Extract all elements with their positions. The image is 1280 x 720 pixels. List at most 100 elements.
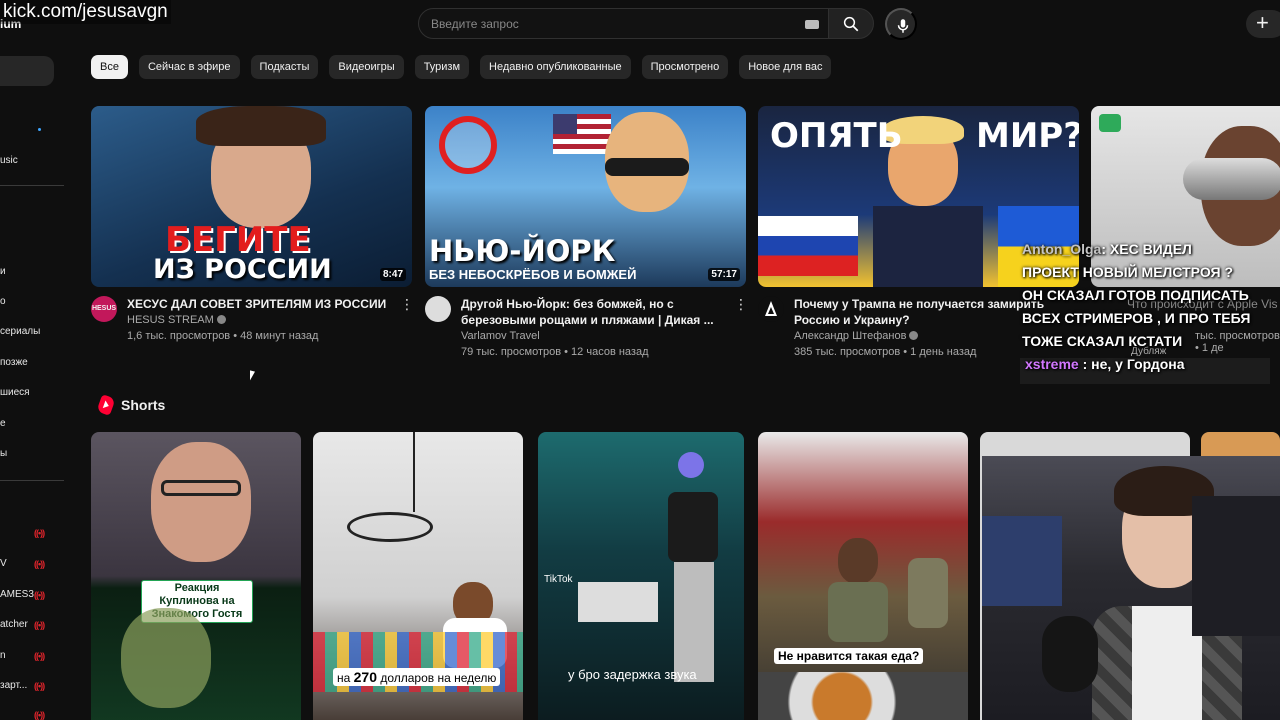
caption-post: долларов на неделю xyxy=(377,671,497,685)
thumb-suit xyxy=(873,206,983,287)
sidebar-item-downloads[interactable]: ы xyxy=(0,448,7,459)
search-input[interactable] xyxy=(431,9,791,38)
chip-all[interactable]: Все xyxy=(91,55,128,79)
channel-name[interactable]: HESUS STREAM xyxy=(127,314,214,326)
channel-name-row: HESUS STREAM xyxy=(127,314,226,326)
sidebar-item-watch-later[interactable]: позже xyxy=(0,357,28,368)
sidebar-item-liked[interactable]: шиеся xyxy=(0,387,30,398)
search-button[interactable] xyxy=(828,8,874,39)
duration-badge: 8:47 xyxy=(379,268,406,281)
avatar[interactable] xyxy=(425,296,451,322)
chip-new-for-you[interactable]: Новое для вас xyxy=(739,55,832,79)
subscription-item[interactable]: AMES3 xyxy=(0,589,34,600)
chip-podcasts[interactable]: Подкасты xyxy=(250,55,319,79)
subscription-item[interactable]: зарт... xyxy=(0,680,27,691)
short-person-shirt xyxy=(668,492,718,562)
short-caption: Не нравится такая еда? xyxy=(774,648,924,664)
thumb-sunglasses xyxy=(605,158,689,176)
youtube-home: kick.com/jesusavgn ium usic и о сериалы … xyxy=(0,0,1280,720)
sidebar-item-your-videos[interactable]: е xyxy=(0,418,6,429)
live-icon: ((•)) xyxy=(34,528,45,538)
mouse-cursor-icon xyxy=(250,370,255,382)
chip-tourism[interactable]: Туризм xyxy=(414,55,470,79)
subscription-item[interactable]: n xyxy=(0,650,6,661)
duration-badge: 57:17 xyxy=(708,268,740,281)
thumb-text: ОПЯТЬ xyxy=(770,116,903,156)
thumb-text: ИЗ РОССИИ xyxy=(153,254,332,285)
sidebar-item-music[interactable]: usic xyxy=(0,155,18,166)
short-face xyxy=(151,442,251,562)
voice-search-button[interactable] xyxy=(885,8,917,40)
chip-videogames[interactable]: Видеоигры xyxy=(329,55,404,79)
short-face-2 xyxy=(121,608,211,708)
chip-watched[interactable]: Просмотрено xyxy=(641,55,729,79)
create-button[interactable]: + xyxy=(1246,10,1280,38)
chat-text: : не, у Гордона xyxy=(1078,356,1185,372)
chat-username: xstreme xyxy=(1025,356,1079,372)
microphone-icon xyxy=(1042,616,1098,692)
chat-message: ТОЖЕ СКАЗАЛ КСТАТИ xyxy=(1022,333,1183,349)
video-stats: 79 тыс. просмотров • 12 часов назад xyxy=(461,346,649,358)
chip-live[interactable]: Сейчас в эфире xyxy=(138,55,240,79)
filter-chips: Все Сейчас в эфире Подкасты Видеоигры Ту… xyxy=(91,55,832,79)
live-icon: ((•)) xyxy=(34,651,45,661)
more-icon[interactable]: ⋮ xyxy=(400,296,414,312)
thumb-headset xyxy=(1183,158,1280,200)
short-card[interactable]: Не нравится такая еда? xyxy=(758,432,968,720)
avatar[interactable]: HESUS xyxy=(91,296,117,322)
channel-logo-icon xyxy=(765,301,777,316)
short-food-tray xyxy=(758,672,968,720)
video-card[interactable]: БЕГИТЕ ИЗ РОССИИ 8:47 HESUS ХЕСУС ДАЛ СО… xyxy=(91,106,414,366)
sidebar-item-series[interactable]: сериалы xyxy=(0,326,40,337)
live-icon: ((•)) xyxy=(34,710,45,720)
video-title[interactable]: Другой Нью-Йорк: без бомжей, но с березо… xyxy=(461,296,731,328)
video-stats: 385 тыс. просмотров • 1 день назад xyxy=(794,346,977,358)
short-uniform xyxy=(828,582,888,642)
short-person-hair xyxy=(678,452,704,478)
keyboard-icon[interactable] xyxy=(805,20,819,29)
subscription-item[interactable]: V xyxy=(0,558,7,569)
thumb-text: НЬЮ-ЙОРК xyxy=(429,234,616,268)
avatar[interactable] xyxy=(758,296,784,322)
thumb-flag-left xyxy=(758,216,858,276)
live-icon: ((•)) xyxy=(34,681,45,691)
caption-pre: на xyxy=(337,671,354,685)
sidebar: usic и о сериалы позже шиеся е ы ((•)) V… xyxy=(0,40,66,720)
no-skyscraper-icon xyxy=(439,116,497,174)
search-box xyxy=(418,8,831,39)
chip-recent[interactable]: Недавно опубликованные xyxy=(480,55,631,79)
chat-message: ВСЕХ СТРИМЕРОВ , И ПРО ТЕБЯ xyxy=(1022,310,1251,326)
chat-message: xstreme : не, у Гордона xyxy=(1022,353,1280,376)
short-card[interactable]: на 270 долларов на неделю xyxy=(313,432,523,720)
video-title[interactable]: ХЕСУС ДАЛ СОВЕТ ЗРИТЕЛЯМ ИЗ РОССИИ xyxy=(127,296,397,312)
more-icon[interactable]: ⋮ xyxy=(734,296,748,312)
webcam-flag xyxy=(982,516,1062,606)
channel-name[interactable]: Александр Штефанов xyxy=(794,330,906,342)
sidebar-item-playlists[interactable]: о xyxy=(0,296,6,307)
webcam-chair xyxy=(1192,496,1280,636)
short-card[interactable]: Реакция Куплинова на Знакомого Гостя xyxy=(91,432,301,720)
shorts-title: Shorts xyxy=(121,397,166,413)
channel-name-row: Александр Штефанов xyxy=(794,330,919,342)
video-thumbnail[interactable]: НЬЮ-ЙОРК БЕЗ НЕБОСКРЁБОВ И БОМЖЕЙ 57:17 xyxy=(425,106,746,287)
channel-name[interactable]: Varlamov Travel xyxy=(461,330,540,342)
sidebar-divider xyxy=(0,480,64,481)
sidebar-new-dot xyxy=(38,128,41,131)
chat-message: ОН СКАЗАЛ ГОТОВ ПОДПИСАТЬ xyxy=(1022,287,1249,303)
verified-icon xyxy=(216,315,226,324)
short-dj-table xyxy=(578,582,658,622)
short-card[interactable]: TikTok у бро задержка звука xyxy=(538,432,744,720)
chat-message: Anton_Olga: ХЕС ВИДЕЛ xyxy=(1022,238,1280,261)
streamer-webcam xyxy=(982,456,1280,720)
subscription-item[interactable]: atcher xyxy=(0,619,28,630)
chandelier-chain xyxy=(413,432,415,512)
sidebar-item-home[interactable] xyxy=(0,56,54,86)
video-thumbnail[interactable]: БЕГИТЕ ИЗ РОССИИ 8:47 xyxy=(91,106,412,287)
verified-icon xyxy=(909,331,919,340)
stream-chat-overlay: Anton_Olga: ХЕС ВИДЕЛ ПРОЕКТ НОВЫЙ МЕЛСТ… xyxy=(1022,238,1280,376)
search-icon xyxy=(843,16,859,32)
sidebar-item-history[interactable]: и xyxy=(0,266,6,277)
thumb-hair xyxy=(196,106,326,146)
video-card[interactable]: НЬЮ-ЙОРК БЕЗ НЕБОСКРЁБОВ И БОМЖЕЙ 57:17 … xyxy=(425,106,748,366)
sidebar-divider xyxy=(0,185,64,186)
